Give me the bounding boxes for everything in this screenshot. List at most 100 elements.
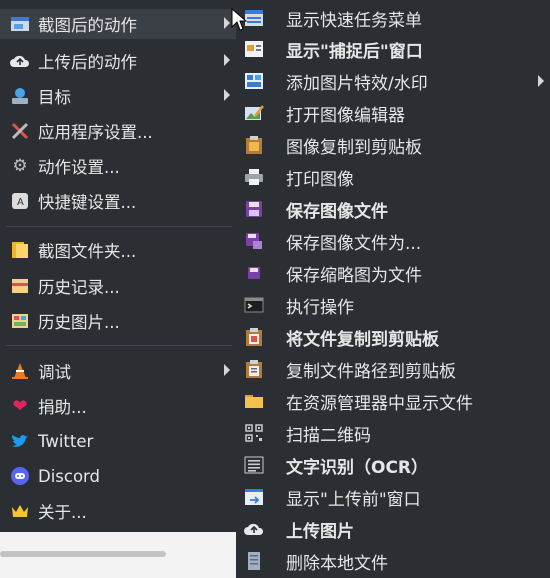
submenu-item-show-after-capture-window[interactable]: 显示"捕捉后"窗口 [236,33,550,65]
submenu-item-upload-image[interactable]: 上传图片 [236,513,550,545]
terminal-icon [244,295,264,315]
submenu-item-label: 保存缩略图为文件 [286,265,422,286]
before-upload-icon [244,487,264,507]
submenu-item-copy-file-path[interactable]: 复制文件路径到剪贴板 [236,353,550,385]
menu-item-label: 快捷键设置... [38,193,137,212]
menu-item-debug[interactable]: 调试 [0,356,236,386]
submenu-item-show-before-upload-window[interactable]: 显示"上传前"窗口 [236,481,550,513]
image-effects-icon [244,71,264,91]
submenu-item-label: 图像复制到剪贴板 [286,137,422,158]
submenu-arrow-icon [224,364,230,376]
menu-item-label: 关于... [38,503,87,522]
submenu-item-open-image-editor[interactable]: 打开图像编辑器 [236,97,550,129]
image-history-icon [10,311,30,331]
menu-item-application-settings[interactable]: 应用程序设置... [0,116,236,146]
submenu-arrow-icon [224,54,230,66]
submenu-item-label: 保存图像文件为... [286,233,422,254]
submenu-item-save-thumbnail[interactable]: 保存缩略图为文件 [236,257,550,289]
submenu-item-copy-file-to-clipboard[interactable]: 将文件复制到剪贴板 [236,321,550,353]
menu-item-history[interactable]: 历史记录... [0,271,236,301]
submenu-arrow-icon [224,17,230,29]
submenu-item-label: 将文件复制到剪贴板 [286,329,439,350]
menu-item-after-capture-tasks[interactable]: 截图后的动作 [0,9,236,39]
menu-item-destinations[interactable]: 目标 [0,81,236,111]
menu-item-after-upload-tasks[interactable]: 上传后的动作 [0,46,236,76]
menu-item-twitter[interactable]: Twitter [0,426,236,456]
window-icon [244,39,264,59]
clipboard-image-icon [244,135,264,155]
menu-item-label: 捐助... [38,398,87,417]
submenu-item-print-image[interactable]: 打印图像 [236,161,550,193]
horizontal-scrollbar[interactable] [0,551,166,557]
menu-item-label: 历史记录... [38,278,120,297]
submenu-after-capture-tasks: 显示快速任务菜单 显示"捕捉后"窗口 添加图片特效/水印 打开图像编辑器 图像复… [236,0,550,578]
submenu-item-show-quick-task-menu[interactable]: 显示快速任务菜单 [236,2,550,34]
image-editor-icon [244,103,264,123]
qr-code-icon [244,423,264,443]
submenu-item-label: 显示"上传前"窗口 [286,489,421,510]
menu-item-label: 目标 [38,88,71,107]
folder-icon [10,240,30,260]
destination-icon [10,86,30,106]
menu-item-image-history[interactable]: 历史图片... [0,306,236,336]
menu-item-about[interactable]: 关于... [0,496,236,526]
delete-file-icon [244,551,264,571]
crown-icon [10,501,30,521]
menu-separator [6,226,232,227]
submenu-item-label: 保存图像文件 [286,201,388,222]
menu-item-hotkey-settings[interactable]: A 快捷键设置... [0,186,236,216]
svg-text:A: A [17,197,24,208]
submenu-item-delete-local-file[interactable]: 删除本地文件 [236,545,550,577]
submenu-item-label: 上传图片 [286,521,354,542]
submenu-item-label: 显示快速任务菜单 [286,10,422,31]
submenu-item-label: 文字识别（OCR） [286,457,429,478]
submenu-item-save-image[interactable]: 保存图像文件 [236,193,550,225]
menu-item-label: 历史图片... [38,313,120,332]
submenu-item-perform-actions[interactable]: 执行操作 [236,289,550,321]
menu-item-donate[interactable]: ❤ 捐助... [0,391,236,421]
submenu-item-label: 执行操作 [286,297,354,318]
submenu-item-label: 打开图像编辑器 [286,105,405,126]
submenu-item-save-image-as[interactable]: 保存图像文件为... [236,225,550,257]
submenu-item-label: 在资源管理器中显示文件 [286,393,473,414]
ocr-icon [244,455,264,475]
menu-item-screenshots-folder[interactable]: 截图文件夹... [0,235,236,265]
clipboard-path-icon [244,359,264,379]
task-menu-icon [244,8,264,28]
history-icon [10,276,30,296]
menu-item-discord[interactable]: Discord [0,461,236,491]
explorer-folder-icon [244,391,264,411]
context-menu: 截图后的动作 上传后的动作 目标 应用程序设置... ⚙ 动作设置... A 快… [0,0,236,532]
submenu-item-ocr[interactable]: 文字识别（OCR） [236,449,550,481]
cloud-icon [10,51,30,71]
keyboard-key-icon: A [10,191,30,211]
menu-item-label: Twitter [38,431,94,451]
twitter-icon [10,431,30,451]
discord-icon [10,466,30,486]
save-as-icon [244,231,264,251]
submenu-item-label: 扫描二维码 [286,425,371,446]
submenu-arrow-icon [224,89,230,101]
screenshot-tasks-icon [10,14,30,34]
submenu-arrow-icon [538,75,544,87]
submenu-item-copy-image-to-clipboard[interactable]: 图像复制到剪贴板 [236,129,550,161]
submenu-item-label: 复制文件路径到剪贴板 [286,361,456,382]
menu-item-label: 调试 [38,363,71,382]
menu-item-label: Discord [38,466,101,486]
mouse-cursor-icon [231,8,247,31]
submenu-item-show-file-in-explorer[interactable]: 在资源管理器中显示文件 [236,385,550,417]
printer-icon [244,167,264,187]
submenu-item-add-image-effects[interactable]: 添加图片特效/水印 [236,65,550,97]
menu-item-label: 动作设置... [38,158,120,177]
save-icon [244,199,264,219]
submenu-item-label: 显示"捕捉后"窗口 [286,41,423,62]
traffic-cone-icon [10,361,30,381]
save-thumbnail-icon [244,263,264,283]
menu-item-task-settings[interactable]: ⚙ 动作设置... [0,151,236,181]
upload-cloud-icon [244,519,264,539]
menu-item-label: 截图文件夹... [38,242,137,261]
heart-icon: ❤ [12,395,28,417]
submenu-item-label: 添加图片特效/水印 [286,73,428,94]
submenu-item-scan-qr-code[interactable]: 扫描二维码 [236,417,550,449]
submenu-item-label: 打印图像 [286,169,354,190]
